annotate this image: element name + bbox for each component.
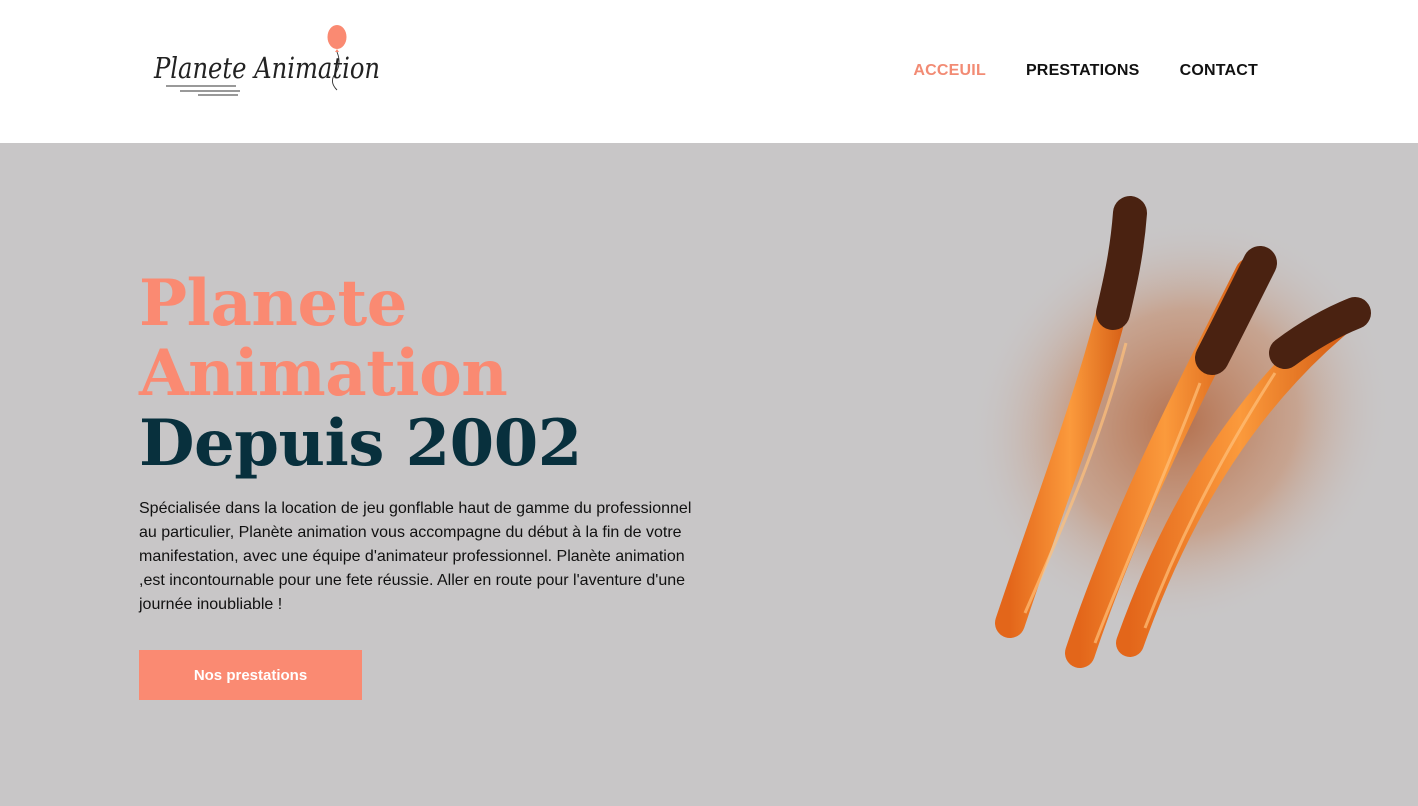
site-header: Planete Animation ACCEUIL PRESTATIONS CO… — [0, 0, 1418, 143]
logo-artwork: Planete Animation — [153, 25, 380, 96]
nav-item-prestations[interactable]: PRESTATIONS — [1026, 62, 1140, 80]
balloon-icon — [327, 25, 347, 49]
prestations-button[interactable]: Nos prestations — [139, 650, 362, 700]
hero-section: Planete Animation Depuis 2002 Spécialisé… — [0, 143, 1418, 806]
hero-title-line3: Depuis 2002 — [139, 406, 582, 481]
churros-illustration — [966, 196, 1394, 668]
hero-title: Planete Animation Depuis 2002 — [139, 269, 582, 479]
nav-item-contact[interactable]: CONTACT — [1180, 62, 1258, 80]
main-nav: ACCEUIL PRESTATIONS CONTACT — [913, 62, 1258, 80]
hero-title-line2: Animation — [139, 336, 508, 411]
logo-wordmark: Planete Animation — [153, 51, 380, 85]
hero-description: Spécialisée dans la location de jeu gonf… — [139, 500, 692, 613]
hero-title-line1: Planete — [139, 266, 407, 341]
site-logo[interactable]: Planete Animation — [150, 22, 390, 102]
nav-item-accueil[interactable]: ACCEUIL — [913, 62, 986, 80]
